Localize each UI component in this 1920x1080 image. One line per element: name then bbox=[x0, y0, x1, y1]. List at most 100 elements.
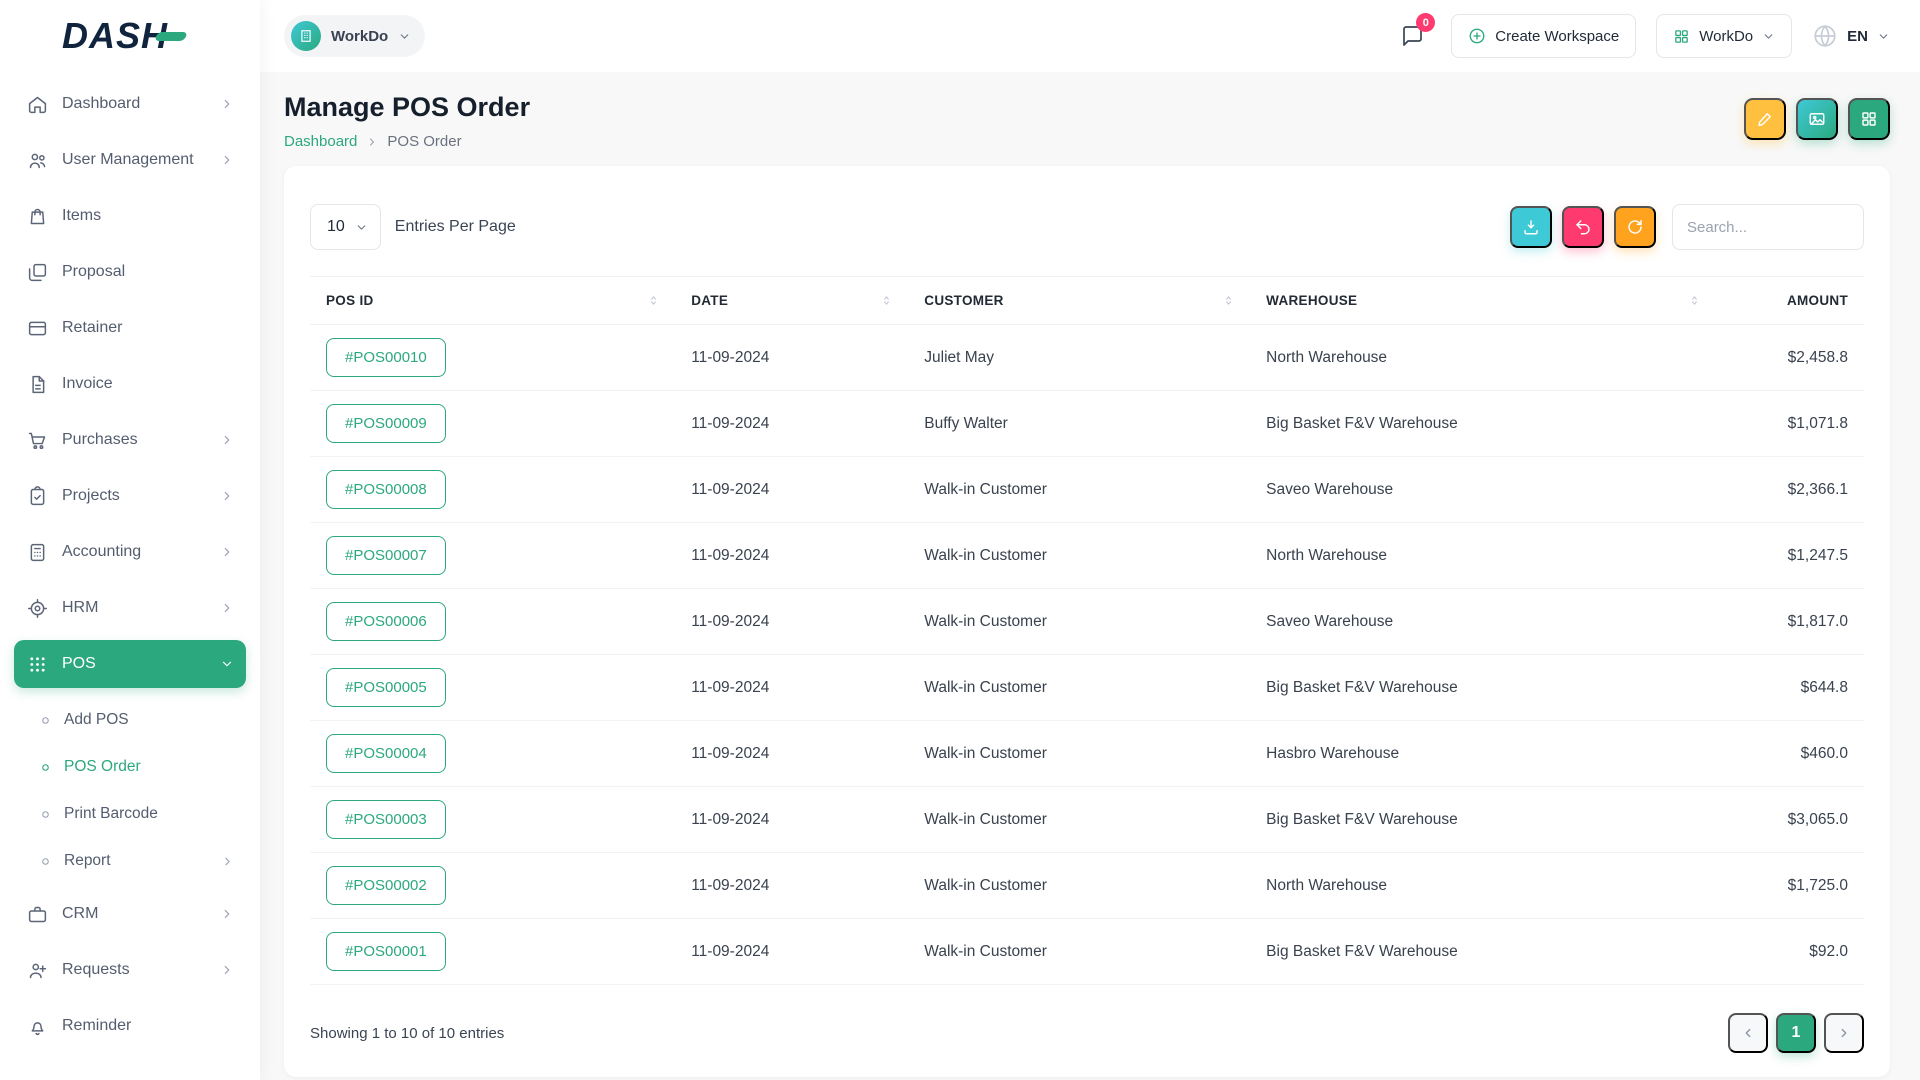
logo-text: DASH bbox=[62, 15, 168, 57]
workspace-switcher[interactable]: WorkDo bbox=[284, 15, 425, 57]
bell-icon bbox=[26, 1015, 48, 1037]
col-header-amount[interactable]: AMOUNT bbox=[1787, 293, 1848, 308]
pos-id-cell: #POS00005 bbox=[310, 655, 675, 721]
amount-cell: $92.0 bbox=[1716, 919, 1864, 985]
customer-cell: Walk-in Customer bbox=[908, 853, 1250, 919]
sort-icon[interactable] bbox=[881, 295, 892, 306]
amount-cell: $460.0 bbox=[1716, 721, 1864, 787]
pos-id-badge[interactable]: #POS00001 bbox=[326, 932, 446, 971]
workspace-name: WorkDo bbox=[331, 28, 388, 45]
chevron-down-icon bbox=[1877, 30, 1890, 43]
sidebar-subitem-print-barcode[interactable]: Print Barcode bbox=[14, 792, 246, 836]
table-row: #POS00010 11-09-2024 Juliet May North Wa… bbox=[310, 325, 1864, 391]
pagination: 1 bbox=[1728, 1013, 1864, 1053]
sort-icon[interactable] bbox=[1223, 295, 1234, 306]
warehouse-cell: Saveo Warehouse bbox=[1250, 589, 1716, 655]
workspace-menu-button[interactable]: WorkDo bbox=[1656, 14, 1792, 58]
entries-per-page-select[interactable]: 10 bbox=[310, 204, 381, 250]
breadcrumb-dashboard-link[interactable]: Dashboard bbox=[284, 133, 357, 150]
quick-actions bbox=[1744, 98, 1890, 140]
chevron-right-icon bbox=[220, 601, 234, 615]
pos-id-badge[interactable]: #POS00008 bbox=[326, 470, 446, 509]
pos-id-badge[interactable]: #POS00005 bbox=[326, 668, 446, 707]
topbar: WorkDo 0 Create Workspace WorkDo bbox=[260, 0, 1920, 72]
undo-icon bbox=[1574, 218, 1592, 236]
entries-value: 10 bbox=[327, 218, 345, 236]
sidebar-item-user-management[interactable]: User Management bbox=[14, 136, 246, 184]
page-title: Manage POS Order bbox=[284, 92, 530, 123]
sidebar-item-requests[interactable]: Requests bbox=[14, 946, 246, 994]
amount-cell: $1,725.0 bbox=[1716, 853, 1864, 919]
pagination-page-1-button[interactable]: 1 bbox=[1776, 1013, 1816, 1053]
page-content: Manage POS Order Dashboard POS Order bbox=[260, 72, 1920, 1080]
pos-id-badge[interactable]: #POS00007 bbox=[326, 536, 446, 575]
date-cell: 11-09-2024 bbox=[675, 523, 908, 589]
edit-action-button[interactable] bbox=[1744, 98, 1786, 140]
app-logo[interactable]: DASH bbox=[0, 0, 260, 72]
pos-id-badge[interactable]: #POS00004 bbox=[326, 734, 446, 773]
sidebar-item-projects[interactable]: Projects bbox=[14, 472, 246, 520]
export-button[interactable] bbox=[1510, 206, 1552, 248]
sidebar-item-hrm[interactable]: HRM bbox=[14, 584, 246, 632]
sidebar-subitem-pos-order[interactable]: POS Order bbox=[14, 745, 246, 789]
col-header-pos-id[interactable]: POS ID bbox=[326, 293, 374, 308]
pos-id-badge[interactable]: #POS00006 bbox=[326, 602, 446, 641]
app-root: DASH Dashboard User Management Items bbox=[0, 0, 1920, 1080]
table-footer: Showing 1 to 10 of 10 entries 1 bbox=[310, 985, 1864, 1053]
pos-id-badge[interactable]: #POS00009 bbox=[326, 404, 446, 443]
chevron-right-icon bbox=[220, 97, 234, 111]
sidebar-subitem-add-pos[interactable]: Add POS bbox=[14, 698, 246, 742]
grid-view-button[interactable] bbox=[1848, 98, 1890, 140]
chevron-right-icon bbox=[220, 433, 234, 447]
sidebar-item-proposal[interactable]: Proposal bbox=[14, 248, 246, 296]
sort-icon[interactable] bbox=[1689, 295, 1700, 306]
sort-icon[interactable] bbox=[648, 295, 659, 306]
warehouse-cell: Hasbro Warehouse bbox=[1250, 721, 1716, 787]
table-row: #POS00009 11-09-2024 Buffy Walter Big Ba… bbox=[310, 391, 1864, 457]
messages-button[interactable]: 0 bbox=[1393, 17, 1431, 55]
sidebar-item-pos[interactable]: POS bbox=[14, 640, 246, 688]
language-selector[interactable]: EN bbox=[1812, 23, 1890, 49]
pos-id-cell: #POS00007 bbox=[310, 523, 675, 589]
table-controls: 10 Entries Per Page bbox=[310, 204, 1864, 250]
showing-entries-text: Showing 1 to 10 of 10 entries bbox=[310, 1025, 504, 1042]
amount-cell: $1,071.8 bbox=[1716, 391, 1864, 457]
sidebar-item-reminder[interactable]: Reminder bbox=[14, 1002, 246, 1050]
chevron-down-icon bbox=[1762, 30, 1775, 43]
sidebar-item-label: HRM bbox=[62, 599, 98, 617]
sidebar-item-invoice[interactable]: Invoice bbox=[14, 360, 246, 408]
refresh-button[interactable] bbox=[1614, 206, 1656, 248]
pagination-next-button[interactable] bbox=[1824, 1013, 1864, 1053]
sidebar-item-accounting[interactable]: Accounting bbox=[14, 528, 246, 576]
col-header-date[interactable]: DATE bbox=[691, 293, 728, 308]
sidebar-item-crm[interactable]: CRM bbox=[14, 890, 246, 938]
pos-id-badge[interactable]: #POS00010 bbox=[326, 338, 446, 377]
circle-icon bbox=[40, 856, 51, 867]
pos-id-badge[interactable]: #POS00002 bbox=[326, 866, 446, 905]
sidebar-item-dashboard[interactable]: Dashboard bbox=[14, 80, 246, 128]
sidebar-item-retainer[interactable]: Retainer bbox=[14, 304, 246, 352]
reset-button[interactable] bbox=[1562, 206, 1604, 248]
date-cell: 11-09-2024 bbox=[675, 325, 908, 391]
pos-id-badge[interactable]: #POS00003 bbox=[326, 800, 446, 839]
col-header-customer[interactable]: CUSTOMER bbox=[924, 293, 1003, 308]
pos-order-card: 10 Entries Per Page bbox=[284, 166, 1890, 1077]
sidebar-item-items[interactable]: Items bbox=[14, 192, 246, 240]
table-row: #POS00004 11-09-2024 Walk-in Customer Ha… bbox=[310, 721, 1864, 787]
chevron-right-icon bbox=[220, 545, 234, 559]
customer-cell: Walk-in Customer bbox=[908, 655, 1250, 721]
grid-icon bbox=[1860, 110, 1878, 128]
col-header-warehouse[interactable]: WAREHOUSE bbox=[1266, 293, 1357, 308]
download-icon bbox=[1522, 218, 1540, 236]
pagination-prev-button[interactable] bbox=[1728, 1013, 1768, 1053]
media-action-button[interactable] bbox=[1796, 98, 1838, 140]
main-column: WorkDo 0 Create Workspace WorkDo bbox=[260, 0, 1920, 1080]
grid-small-icon bbox=[1673, 28, 1690, 45]
search-input[interactable] bbox=[1672, 204, 1864, 250]
sidebar-item-purchases[interactable]: Purchases bbox=[14, 416, 246, 464]
amount-cell: $1,817.0 bbox=[1716, 589, 1864, 655]
pos-submenu: Add POS POS Order Print Barcode Report bbox=[14, 696, 246, 890]
create-workspace-button[interactable]: Create Workspace bbox=[1451, 14, 1636, 58]
sidebar-subitem-report[interactable]: Report bbox=[14, 839, 246, 883]
page-header: Manage POS Order Dashboard POS Order bbox=[284, 92, 1890, 150]
